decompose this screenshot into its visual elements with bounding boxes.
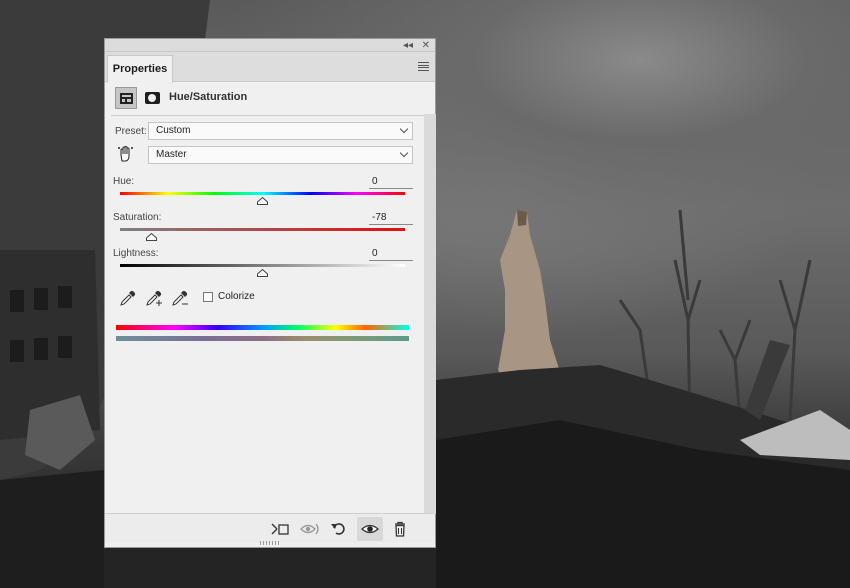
channel-value: Master [156, 149, 187, 160]
saturation-value-field[interactable]: -78 [369, 212, 413, 225]
eyedropper-icon[interactable] [119, 289, 137, 307]
channel-select[interactable]: Master [148, 146, 413, 164]
colorize-label: Colorize [218, 291, 255, 302]
source-color-bar [116, 325, 409, 330]
trash-icon[interactable] [389, 520, 411, 538]
saturation-slider-track[interactable] [120, 228, 405, 231]
lightness-slider-track[interactable] [120, 264, 405, 267]
lightness-slider-thumb[interactable] [257, 269, 268, 277]
clip-to-layer-icon[interactable] [269, 520, 291, 538]
header-divider [111, 115, 427, 116]
panel-menu-icon[interactable] [418, 62, 429, 71]
lightness-value-field[interactable]: 0 [369, 248, 413, 261]
saturation-slider-thumb[interactable] [145, 233, 157, 241]
eyedropper-subtract-icon[interactable] [171, 289, 189, 307]
hue-saturation-adjustment-icon[interactable] [115, 87, 137, 109]
visibility-toggle-button[interactable] [357, 517, 383, 541]
hue-label: Hue: [113, 176, 135, 187]
lightness-label: Lightness: [113, 248, 159, 259]
visibility-eye-icon [361, 524, 379, 534]
panel-footer [105, 513, 435, 543]
tab-properties[interactable]: Properties [107, 55, 173, 83]
eyedropper-tools [119, 289, 209, 307]
panel-resize-grip[interactable] [260, 541, 280, 545]
saturation-label: Saturation: [113, 212, 162, 223]
on-image-adjust-hand-icon[interactable] [117, 145, 135, 163]
panel-title-bar[interactable]: ◂◂ ✕ [105, 39, 435, 52]
properties-panel: ◂◂ ✕ Properties Hue/Saturation Preset: C… [104, 38, 436, 548]
panel-scrollbar[interactable] [424, 114, 436, 514]
colorize-checkbox[interactable] [203, 292, 213, 302]
result-color-bar [116, 336, 409, 341]
hue-slider-thumb[interactable] [257, 197, 268, 205]
preset-value: Custom [156, 125, 191, 136]
hue-slider-track[interactable] [120, 192, 405, 195]
chevron-down-icon [399, 148, 409, 158]
view-previous-state-icon[interactable] [299, 520, 321, 538]
adjustment-title: Hue/Saturation [169, 91, 248, 103]
reset-icon[interactable] [328, 520, 350, 538]
adjustment-header: Hue/Saturation [115, 87, 425, 109]
collapse-panel-icon[interactable]: ◂◂ [403, 39, 413, 52]
preset-select[interactable]: Custom [148, 122, 413, 140]
hue-value-field[interactable]: 0 [369, 176, 413, 189]
panel-tab-row: Properties [105, 52, 435, 83]
preset-label: Preset: [115, 126, 147, 137]
close-panel-icon[interactable]: ✕ [422, 39, 430, 52]
eyedropper-add-icon[interactable] [145, 289, 163, 307]
chevron-down-icon [399, 124, 409, 134]
layer-mask-icon[interactable] [143, 88, 163, 108]
